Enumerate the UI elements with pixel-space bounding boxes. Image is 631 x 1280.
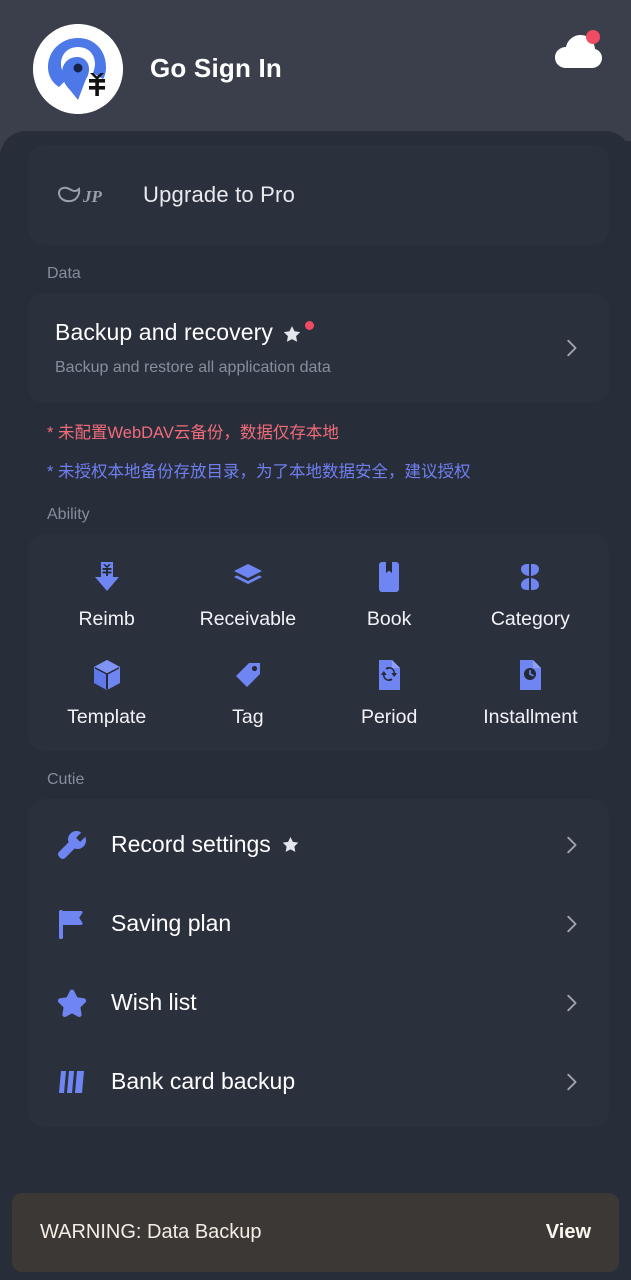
ability-label: Tag [232, 706, 264, 728]
upgrade-to-pro-banner[interactable]: JP Upgrade to Pro [28, 145, 609, 245]
warning-snackbar: WARNING: Data Backup View [12, 1193, 619, 1272]
chevron-right-icon [567, 1073, 577, 1090]
wrench-icon [55, 828, 89, 862]
ability-item-category[interactable]: Category [460, 560, 601, 631]
layers-icon [231, 560, 265, 594]
ability-label: Book [366, 608, 412, 630]
chevron-right-icon [567, 836, 577, 853]
ability-label: Receivable [199, 608, 297, 630]
app-logo[interactable] [33, 23, 123, 114]
backup-badge-dot [304, 321, 314, 330]
ability-item-receivable[interactable]: Receivable [177, 560, 318, 631]
cutie-item-label: Wish list [111, 989, 197, 1015]
backup-text-block: Backup and recovery Backup and restore a… [55, 319, 560, 377]
cutie-card: Record settings Saving plan Wish list Ba… [28, 799, 609, 1127]
star-icon [282, 836, 299, 852]
ability-item-book[interactable]: Book [319, 560, 460, 631]
ability-item-period[interactable]: Period [319, 658, 460, 729]
note-webdav-not-configured: * 未配置WebDAV云备份，数据仅存本地 [47, 424, 339, 442]
chevron-right-icon [567, 915, 577, 932]
card-bars-icon [55, 1065, 89, 1099]
ability-item-tag[interactable]: Tag [177, 658, 318, 729]
content-scroll-area: JP Upgrade to Pro Data Backup and recove… [6, 141, 631, 1280]
ability-label: Period [360, 706, 418, 728]
ability-item-template[interactable]: Template [36, 658, 177, 729]
upgrade-to-pro-label: Upgrade to Pro [143, 182, 295, 207]
cutie-item-label: Record settings [111, 831, 271, 857]
chevron-right-icon [567, 339, 577, 357]
backup-and-recovery-row[interactable]: Backup and recovery Backup and restore a… [28, 293, 609, 403]
cutie-item-saving-plan[interactable]: Saving plan [55, 884, 582, 963]
arrow-down-yen-icon [90, 560, 124, 594]
ability-label: Template [67, 706, 147, 728]
book-bookmark-icon [372, 560, 406, 594]
cloud-sync-button[interactable] [551, 28, 603, 76]
ability-label: Reimb [78, 608, 135, 630]
cube-icon [90, 658, 124, 692]
flag-icon [55, 907, 89, 941]
svg-text:JP: JP [82, 187, 103, 206]
note-local-dir-not-authorized: * 未授权本地备份存放目录，为了本地数据安全，建议授权 [47, 462, 471, 481]
four-petal-grid-icon [513, 560, 547, 594]
cutie-item-record-settings[interactable]: Record settings [55, 805, 582, 884]
cutie-item-bank-card-backup[interactable]: Bank card backup [55, 1042, 582, 1121]
tag-icon [231, 658, 265, 692]
section-label-ability: Ability [47, 506, 90, 523]
backup-subtitle: Backup and restore all application data [55, 359, 331, 376]
snackbar-view-button[interactable]: View [546, 1221, 591, 1244]
document-clock-icon [513, 658, 547, 692]
section-label-data: Data [47, 265, 81, 282]
cutie-item-label: Saving plan [111, 910, 232, 936]
star-icon [283, 326, 301, 342]
backup-title: Backup and recovery [55, 319, 273, 345]
ability-label: Category [490, 608, 570, 630]
document-refresh-icon [372, 658, 406, 692]
chevron-right-icon [567, 994, 577, 1011]
vip-badge-icon: JP [57, 186, 103, 206]
ability-item-reimb[interactable]: Reimb [36, 560, 177, 631]
sign-in-label[interactable]: Go Sign In [150, 53, 282, 84]
backup-title-row: Backup and recovery [55, 319, 560, 346]
cutie-item-wish-list[interactable]: Wish list [55, 963, 582, 1042]
ability-grid: Reimb Receivable Book Category Template … [36, 560, 601, 729]
cloud-badge-dot [586, 30, 600, 44]
section-label-cutie: Cutie [47, 771, 85, 788]
ability-item-installment[interactable]: Installment [460, 658, 601, 729]
ability-label: Installment [483, 706, 578, 728]
app-header: Go Sign In [0, 0, 631, 137]
star-icon [55, 986, 89, 1020]
snackbar-message: WARNING: Data Backup [40, 1221, 262, 1243]
content-sheet: JP Upgrade to Pro Data Backup and recove… [0, 131, 631, 1280]
cutie-item-label: Bank card backup [111, 1068, 296, 1094]
app-logo-bird-yen-icon [33, 23, 123, 114]
ability-card: Reimb Receivable Book Category Template … [28, 534, 609, 751]
